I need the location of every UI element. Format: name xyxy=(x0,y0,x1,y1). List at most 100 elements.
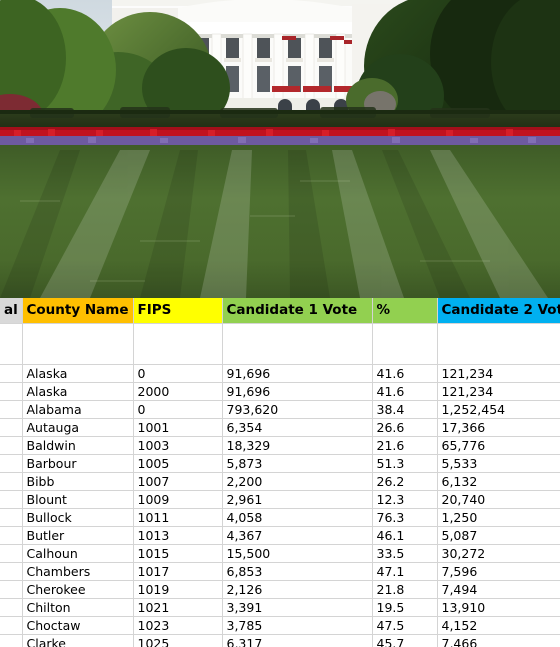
cell-fips[interactable]: 1011 xyxy=(133,508,223,527)
cell-pct[interactable]: 21.8 xyxy=(372,580,438,599)
cell-fips[interactable]: 1005 xyxy=(133,454,223,473)
cell-cand2[interactable]: 121,234 xyxy=(437,364,560,383)
cell-pct[interactable]: 12.3 xyxy=(372,490,438,509)
cell-county[interactable]: Choctaw xyxy=(22,616,134,635)
row-label-cell[interactable] xyxy=(0,382,23,401)
cell-pct[interactable]: 47.5 xyxy=(372,616,438,635)
cell-county[interactable]: Alaska xyxy=(22,364,134,383)
cell-pct[interactable]: 26.2 xyxy=(372,472,438,491)
table-row[interactable]: Butler 1013 4,367 46.1 5,087 xyxy=(0,526,560,545)
cell-cand2[interactable]: 13,910 xyxy=(437,598,560,617)
cell-fips[interactable]: 1025 xyxy=(133,634,223,647)
cell-fips[interactable]: 1003 xyxy=(133,436,223,455)
cell-cand1[interactable]: 91,696 xyxy=(222,364,373,383)
cell-county[interactable]: Clarke xyxy=(22,634,134,647)
cell-cand2[interactable]: 6,132 xyxy=(437,472,560,491)
cell-fips[interactable]: 1015 xyxy=(133,544,223,563)
row-label-cell[interactable] xyxy=(0,472,23,491)
cell-cand2[interactable]: 5,533 xyxy=(437,454,560,473)
cell-county[interactable]: Bibb xyxy=(22,472,134,491)
cell-cand2[interactable]: 7,494 xyxy=(437,580,560,599)
cell-fips[interactable]: 1009 xyxy=(133,490,223,509)
cell-cand1[interactable]: 2,200 xyxy=(222,472,373,491)
table-row[interactable]: Clarke 1025 6,317 45.7 7,466 xyxy=(0,634,560,647)
cell-county[interactable]: Alabama xyxy=(22,400,134,419)
cell-fips[interactable]: 1017 xyxy=(133,562,223,581)
cell-cand1[interactable]: 3,391 xyxy=(222,598,373,617)
table-row[interactable]: Alaska 2000 91,696 41.6 121,234 xyxy=(0,382,560,401)
table-row[interactable]: Chilton 1021 3,391 19.5 13,910 xyxy=(0,598,560,617)
cell-county[interactable]: Bullock xyxy=(22,508,134,527)
cell-county[interactable]: Calhoun xyxy=(22,544,134,563)
cell-county[interactable]: Cherokee xyxy=(22,580,134,599)
cell-cand1[interactable]: 6,317 xyxy=(222,634,373,647)
cell-cand2[interactable]: 65,776 xyxy=(437,436,560,455)
column-header-fips[interactable]: FIPS xyxy=(133,298,223,324)
row-label-cell[interactable] xyxy=(0,400,23,419)
table-row[interactable]: Autauga 1001 6,354 26.6 17,366 xyxy=(0,418,560,437)
row-label-cell[interactable] xyxy=(0,526,23,545)
cell-pct[interactable]: 41.6 xyxy=(372,382,438,401)
row-label-cell[interactable] xyxy=(0,634,23,647)
table-row[interactable]: Baldwin 1003 18,329 21.6 65,776 xyxy=(0,436,560,455)
table-row[interactable]: Blount 1009 2,961 12.3 20,740 xyxy=(0,490,560,509)
cell-cand1[interactable]: 2,126 xyxy=(222,580,373,599)
cell-county[interactable]: Butler xyxy=(22,526,134,545)
cell-cand1[interactable]: 6,853 xyxy=(222,562,373,581)
table-row[interactable]: Barbour 1005 5,873 51.3 5,533 xyxy=(0,454,560,473)
cell-pct[interactable]: 47.1 xyxy=(372,562,438,581)
table-row[interactable]: Bibb 1007 2,200 26.2 6,132 xyxy=(0,472,560,491)
cell-fips[interactable]: 1001 xyxy=(133,418,223,437)
cell-cand1[interactable]: 5,873 xyxy=(222,454,373,473)
cell-pct[interactable]: 51.3 xyxy=(372,454,438,473)
cell-county[interactable]: Barbour xyxy=(22,454,134,473)
cell-fips[interactable]: 1019 xyxy=(133,580,223,599)
table-row[interactable]: Calhoun 1015 15,500 33.5 30,272 xyxy=(0,544,560,563)
cell-fips[interactable] xyxy=(133,323,223,365)
cell-fips[interactable]: 2000 xyxy=(133,382,223,401)
cell-county[interactable]: Chilton xyxy=(22,598,134,617)
row-label-cell[interactable] xyxy=(0,490,23,509)
cell-cand2[interactable]: 30,272 xyxy=(437,544,560,563)
spreadsheet-grid[interactable]: al County Name FIPS Candidate 1 Vote % C… xyxy=(0,298,560,647)
row-label-cell[interactable] xyxy=(0,508,23,527)
table-row[interactable]: Chambers 1017 6,853 47.1 7,596 xyxy=(0,562,560,581)
cell-cand2[interactable]: 7,466 xyxy=(437,634,560,647)
row-label-cell[interactable] xyxy=(0,580,23,599)
cell-cand2[interactable]: 5,087 xyxy=(437,526,560,545)
cell-cand1[interactable]: 2,961 xyxy=(222,490,373,509)
cell-cand2[interactable]: 1,252,454 xyxy=(437,400,560,419)
cell-pct[interactable]: 38.4 xyxy=(372,400,438,419)
row-label-cell[interactable] xyxy=(0,418,23,437)
row-label-cell[interactable] xyxy=(0,544,23,563)
cell-county[interactable]: Blount xyxy=(22,490,134,509)
cell-pct[interactable]: 21.6 xyxy=(372,436,438,455)
row-label-cell[interactable] xyxy=(0,562,23,581)
row-label-cell[interactable] xyxy=(0,598,23,617)
column-header-candidate-1-vote[interactable]: Candidate 1 Vote xyxy=(222,298,373,324)
row-label-cell[interactable] xyxy=(0,323,23,365)
cell-cand2[interactable]: 17,366 xyxy=(437,418,560,437)
cell-cand1[interactable]: 15,500 xyxy=(222,544,373,563)
cell-cand1[interactable]: 6,354 xyxy=(222,418,373,437)
column-header-candidate-2-vote[interactable]: Candidate 2 Vote xyxy=(437,298,560,324)
cell-cand2[interactable]: 20,740 xyxy=(437,490,560,509)
cell-pct[interactable] xyxy=(372,323,438,365)
cell-fips[interactable]: 0 xyxy=(133,400,223,419)
cell-fips[interactable]: 0 xyxy=(133,364,223,383)
cell-pct[interactable]: 26.6 xyxy=(372,418,438,437)
table-row[interactable]: Cherokee 1019 2,126 21.8 7,494 xyxy=(0,580,560,599)
cell-county[interactable]: Chambers xyxy=(22,562,134,581)
cell-county[interactable] xyxy=(22,323,134,365)
cell-county[interactable]: Autauga xyxy=(22,418,134,437)
cell-county[interactable]: Baldwin xyxy=(22,436,134,455)
cell-cand2[interactable] xyxy=(437,323,560,365)
cell-fips[interactable]: 1021 xyxy=(133,598,223,617)
column-header-percent[interactable]: % xyxy=(372,298,438,324)
cell-pct[interactable]: 76.3 xyxy=(372,508,438,527)
row-label-cell[interactable] xyxy=(0,616,23,635)
table-row[interactable]: Alabama 0 793,620 38.4 1,252,454 xyxy=(0,400,560,419)
cell-cand1[interactable]: 3,785 xyxy=(222,616,373,635)
cell-county[interactable]: Alaska xyxy=(22,382,134,401)
table-row[interactable]: Choctaw 1023 3,785 47.5 4,152 xyxy=(0,616,560,635)
